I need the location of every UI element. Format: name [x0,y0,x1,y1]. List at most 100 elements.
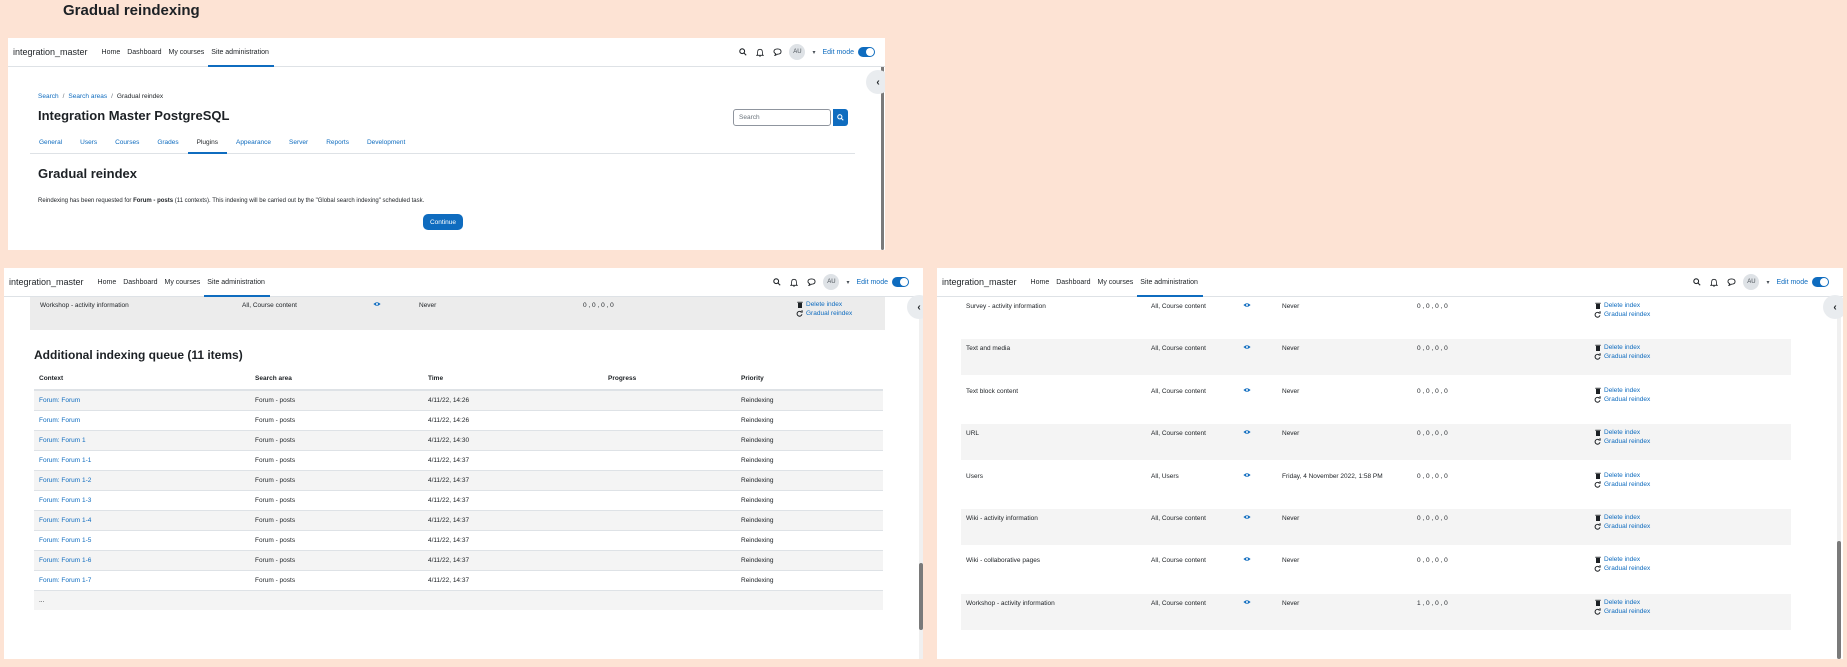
cell-time: 4/11/22, 14:37 [423,469,603,490]
table-row: URL All, Course content Never 0 , 0 , 0 , 0… [961,424,1791,461]
avatar[interactable]: AU [789,44,806,60]
chevron-left-icon[interactable]: ‹ [866,70,885,94]
nav-home[interactable]: Home [102,38,121,67]
nav-dashboard[interactable]: Dashboard [123,268,157,297]
eye-icon[interactable] [1243,599,1251,607]
scrollbar[interactable] [919,563,923,630]
edit-mode-toggle[interactable]: Edit mode [1776,277,1829,287]
delete-index-link[interactable]: Delete index [1594,599,1650,606]
context-link[interactable]: Forum: Forum 1-3 [39,497,91,504]
tab-server[interactable]: Server [280,131,317,153]
trash-icon [1594,302,1601,309]
gradual-reindex-link[interactable]: Gradual reindex [1594,395,1650,403]
context-link[interactable]: Forum: Forum 1-1 [39,457,91,464]
gradual-reindex-link[interactable]: Gradual reindex [1594,353,1650,360]
nav-dashboard[interactable]: Dashboard [1056,268,1090,297]
chat-icon[interactable] [772,47,782,57]
gradual-reindex-link[interactable]: Gradual reindex [1594,480,1650,488]
delete-index-link[interactable]: Delete index [796,301,852,308]
nav-home[interactable]: Home [98,268,117,297]
chevron-left-icon[interactable]: ‹ [1823,295,1843,319]
tab-development[interactable]: Development [358,131,414,153]
toggle-switch[interactable] [892,277,909,287]
gradual-reindex-link[interactable]: Gradual reindex [1594,565,1650,572]
chevron-down-icon[interactable]: ▾ [812,49,815,56]
search-icon[interactable] [772,277,782,287]
edit-mode-toggle[interactable]: Edit mode [856,277,909,287]
nav-site-administration[interactable]: Site administration [1137,268,1203,297]
toggle-switch[interactable] [858,47,875,57]
nav-my-courses[interactable]: My courses [168,38,204,67]
nav-site-administration[interactable]: Site administration [208,38,274,67]
site-brand[interactable]: integration_master [942,277,1017,287]
search-icon[interactable] [738,47,748,57]
context-link[interactable]: Forum: Forum [39,397,80,404]
continue-button[interactable]: Continue [423,214,463,230]
eye-icon[interactable] [1243,344,1251,352]
tab-reports[interactable]: Reports [317,131,358,153]
delete-index-link[interactable]: Delete index [1594,472,1650,479]
search-input[interactable]: Search [733,109,831,126]
gradual-reindex-link[interactable]: Gradual reindex [1594,607,1650,615]
tab-grades[interactable]: Grades [148,131,187,153]
chevron-down-icon[interactable]: ▾ [846,279,849,286]
chat-icon[interactable] [806,277,816,287]
avatar[interactable]: AU [823,274,840,290]
chat-icon[interactable] [1726,277,1736,287]
delete-index-label: Delete index [1604,556,1641,564]
bell-icon[interactable] [1709,277,1719,287]
tab-appearance[interactable]: Appearance [227,131,280,153]
nav-dashboard[interactable]: Dashboard [127,38,161,67]
nav-my-courses[interactable]: My courses [164,268,200,297]
tab-plugins[interactable]: Plugins [187,131,228,154]
bell-icon[interactable] [755,47,765,57]
search-icon[interactable] [1692,277,1702,287]
toggle-switch[interactable] [1812,277,1829,287]
refresh-icon [1594,438,1601,445]
context-link[interactable]: Forum: Forum 1-4 [39,517,91,524]
site-brand[interactable]: integration_master [9,277,84,287]
eye-icon[interactable] [1243,514,1251,522]
delete-index-link[interactable]: Delete index [1594,387,1650,394]
delete-index-link[interactable]: Delete index [1594,302,1650,309]
edit-mode-toggle[interactable]: Edit mode [822,47,875,57]
tab-courses[interactable]: Courses [106,131,148,153]
gradual-reindex-link[interactable]: Gradual reindex [1594,311,1650,318]
chevron-down-icon[interactable]: ▾ [1766,279,1769,286]
queue-title: Additional indexing queue (11 items) [34,348,243,362]
context-link[interactable]: Forum: Forum 1-6 [39,557,91,564]
breadcrumb-search-areas[interactable]: Search areas [68,93,107,100]
context-link[interactable]: Forum: Forum 1-2 [39,477,91,484]
eye-icon[interactable] [1243,429,1251,437]
cell-area: Forum - posts [250,389,423,410]
search-button[interactable] [833,109,848,126]
bell-icon[interactable] [789,277,799,287]
scrollbar[interactable] [1837,541,1841,659]
eye-icon[interactable] [1243,472,1251,480]
delete-index-link[interactable]: Delete index [1594,556,1650,564]
site-brand[interactable]: integration_master [13,47,88,57]
gradual-reindex-link[interactable]: Gradual reindex [1594,438,1650,445]
gradual-reindex-link[interactable]: Gradual reindex [1594,523,1650,530]
eye-icon[interactable] [1243,556,1251,564]
avatar[interactable]: AU [1743,274,1760,290]
tab-users[interactable]: Users [71,131,106,153]
tab-general[interactable]: General [30,131,71,153]
gradual-reindex-link[interactable]: Gradual reindex [796,310,852,317]
delete-index-link[interactable]: Delete index [1594,429,1650,437]
eye-icon[interactable] [373,301,381,309]
nav-site-administration[interactable]: Site administration [204,268,270,297]
context-link[interactable]: Forum: Forum 1-7 [39,577,91,584]
delete-index-link[interactable]: Delete index [1594,514,1650,521]
delete-index-link[interactable]: Delete index [1594,344,1650,352]
chevron-left-icon[interactable]: ‹ [907,295,923,319]
area-contexts: All, Course content [1151,387,1206,395]
eye-icon[interactable] [1243,387,1251,395]
context-link[interactable]: Forum: Forum [39,417,80,424]
nav-my-courses[interactable]: My courses [1097,268,1133,297]
breadcrumb-search[interactable]: Search [38,93,59,100]
eye-icon[interactable] [1243,302,1251,310]
context-link[interactable]: Forum: Forum 1-5 [39,537,91,544]
context-link[interactable]: Forum: Forum 1 [39,437,86,444]
nav-home[interactable]: Home [1031,268,1050,297]
